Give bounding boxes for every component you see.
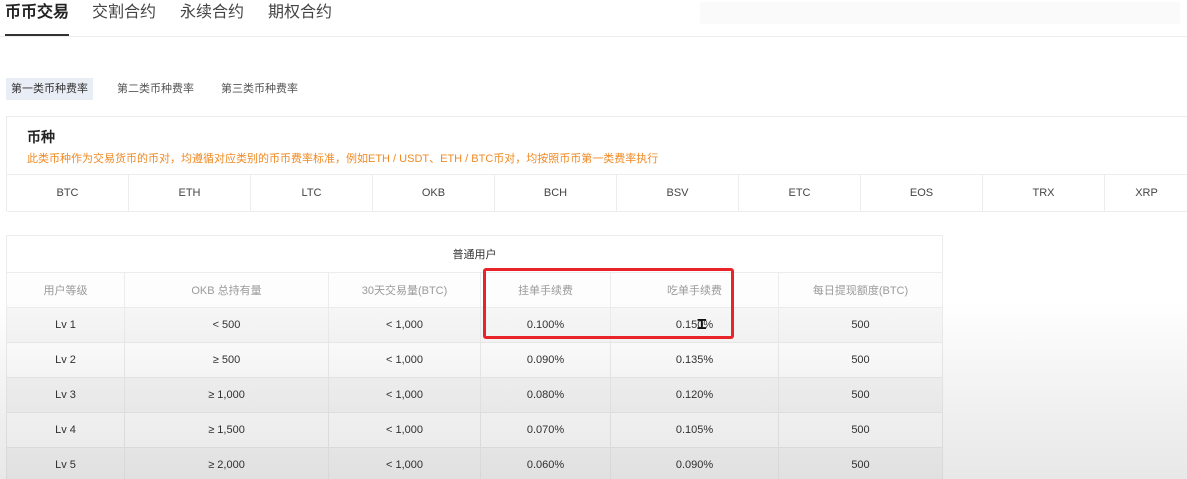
cell-30d-volume: < 1,000	[328, 412, 481, 448]
cell-level: Lv 2	[6, 342, 125, 378]
cell-okb-holding: < 500	[124, 307, 329, 343]
cell-withdraw-limit: 500	[778, 412, 943, 448]
subtab-tier-1[interactable]: 第一类币种费率	[6, 78, 93, 100]
cell-okb-holding: ≥ 1,000	[124, 377, 329, 413]
tab-perpetual[interactable]: 永续合约	[180, 0, 246, 34]
tab-options[interactable]: 期权合约	[268, 0, 334, 34]
coin-cell: BCH	[495, 175, 617, 211]
cell-level: Lv 3	[6, 377, 125, 413]
cell-okb-holding: ≥ 1,500	[124, 412, 329, 448]
cell-okb-holding: ≥ 500	[124, 342, 329, 378]
cell-30d-volume: < 1,000	[328, 447, 481, 479]
cell-30d-volume: < 1,000	[328, 307, 481, 343]
coin-cell: OKB	[373, 175, 495, 211]
cell-taker-fee: 0.150%	[610, 307, 779, 343]
column-header-okb-holding: OKB 总持有量	[124, 272, 329, 308]
cell-level: Lv 4	[6, 412, 125, 448]
fee-rate-page: 币币交易 交割合约 永续合约 期权合约 第一类币种费率 第二类币种费率 第三类币…	[0, 0, 1187, 479]
cell-maker-fee: 0.100%	[480, 307, 611, 343]
coin-section-note: 此类币种作为交易货币的币对，均遵循对应类别的币币费率标准，例如ETH / USD…	[27, 153, 659, 165]
subtab-tier-2[interactable]: 第二类币种费率	[112, 78, 199, 100]
column-header-maker-fee: 挂单手续费	[480, 272, 611, 308]
coin-section-title: 币种	[27, 129, 55, 145]
cell-taker-fee: 0.120%	[610, 377, 779, 413]
text-cursor-icon: ⌶	[697, 314, 707, 333]
top-tab-bar: 币币交易 交割合约 永续合约 期权合约	[0, 0, 1187, 37]
coin-cell: ETH	[129, 175, 251, 211]
coin-cell: LTC	[251, 175, 373, 211]
cell-maker-fee: 0.070%	[480, 412, 611, 448]
tab-spot-trading[interactable]: 币币交易	[5, 0, 69, 36]
coin-cell: ETC	[739, 175, 861, 211]
cell-maker-fee: 0.060%	[480, 447, 611, 479]
table-row: Lv 4 ≥ 1,500 < 1,000 0.070% 0.105% 500	[6, 412, 943, 448]
table-row: Lv 2 ≥ 500 < 1,000 0.090% 0.135% 500	[6, 342, 943, 378]
coin-cell: XRP	[1135, 187, 1158, 199]
column-header-30d-volume: 30天交易量(BTC)	[328, 272, 481, 308]
cell-withdraw-limit: 500	[778, 447, 943, 479]
cell-maker-fee: 0.080%	[480, 377, 611, 413]
cell-maker-fee: 0.090%	[480, 342, 611, 378]
table-row: Lv 1 < 500 < 1,000 0.100% 0.150% 500	[6, 307, 943, 343]
user-group-header: 普通用户	[6, 235, 943, 273]
coin-section: 币种 此类币种作为交易货币的币对，均遵循对应类别的币币费率标准，例如ETH / …	[6, 116, 1187, 212]
coin-cell: BTC	[7, 175, 129, 211]
toolbar-placeholder	[700, 2, 1180, 24]
cell-taker-fee: 0.105%	[610, 412, 779, 448]
subtab-tier-3[interactable]: 第三类币种费率	[216, 78, 303, 100]
cell-30d-volume: < 1,000	[328, 377, 481, 413]
cell-level: Lv 1	[6, 307, 125, 343]
coin-cell: TRX	[983, 175, 1105, 211]
coin-cell: EOS	[861, 175, 983, 211]
column-header-level: 用户等级	[6, 272, 125, 308]
table-row: Lv 3 ≥ 1,000 < 1,000 0.080% 0.120% 500	[6, 377, 943, 413]
tab-futures[interactable]: 交割合约	[92, 0, 158, 34]
coin-list: BTC ETH LTC OKB BCH BSV ETC EOS TRX XRP	[7, 174, 1187, 212]
column-header-withdraw-limit: 每日提现额度(BTC)	[778, 272, 943, 308]
cell-withdraw-limit: 500	[778, 307, 943, 343]
cell-taker-fee: 0.090%	[610, 447, 779, 479]
cell-taker-fee: 0.135%	[610, 342, 779, 378]
table-row: Lv 5 ≥ 2,000 < 1,000 0.060% 0.090% 500	[6, 447, 943, 479]
cell-30d-volume: < 1,000	[328, 342, 481, 378]
cell-level: Lv 5	[6, 447, 125, 479]
column-header-taker-fee: 吃单手续费	[610, 272, 779, 308]
fee-table: 普通用户 用户等级 OKB 总持有量 30天交易量(BTC) 挂单手续费 吃单手…	[6, 235, 943, 479]
cell-withdraw-limit: 500	[778, 342, 943, 378]
cell-okb-holding: ≥ 2,000	[124, 447, 329, 479]
coin-cell: BSV	[617, 175, 739, 211]
cell-withdraw-limit: 500	[778, 377, 943, 413]
